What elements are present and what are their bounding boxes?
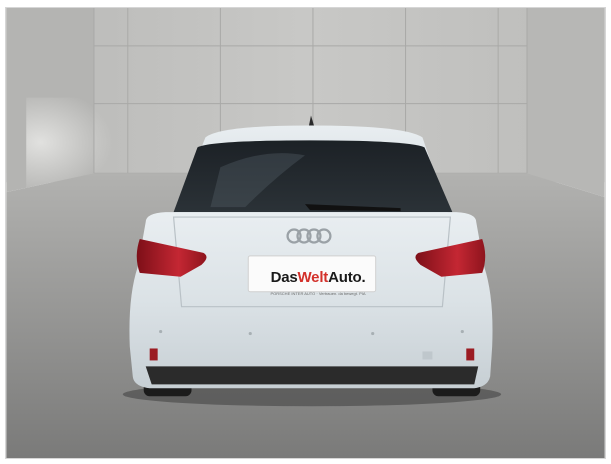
dealer-plate-logo: Das Welt Auto. [256,266,380,288]
right-reflector [466,348,475,361]
car-photo [6,8,605,458]
photo-frame: Das Welt Auto. PORSCHE INTER AUTO · Vertra… [5,7,606,459]
plate-brand-part1: Das [270,268,298,286]
left-reflector [149,348,158,361]
plate-brand-part3: Auto. [328,268,366,286]
rear-diffuser [145,366,479,385]
right-side-wall [527,8,605,198]
plate-brand-part2: Welt [297,268,329,286]
dealer-plate-subline: PORSCHE INTER AUTO · Vertrauen. da beweg… [270,291,366,296]
